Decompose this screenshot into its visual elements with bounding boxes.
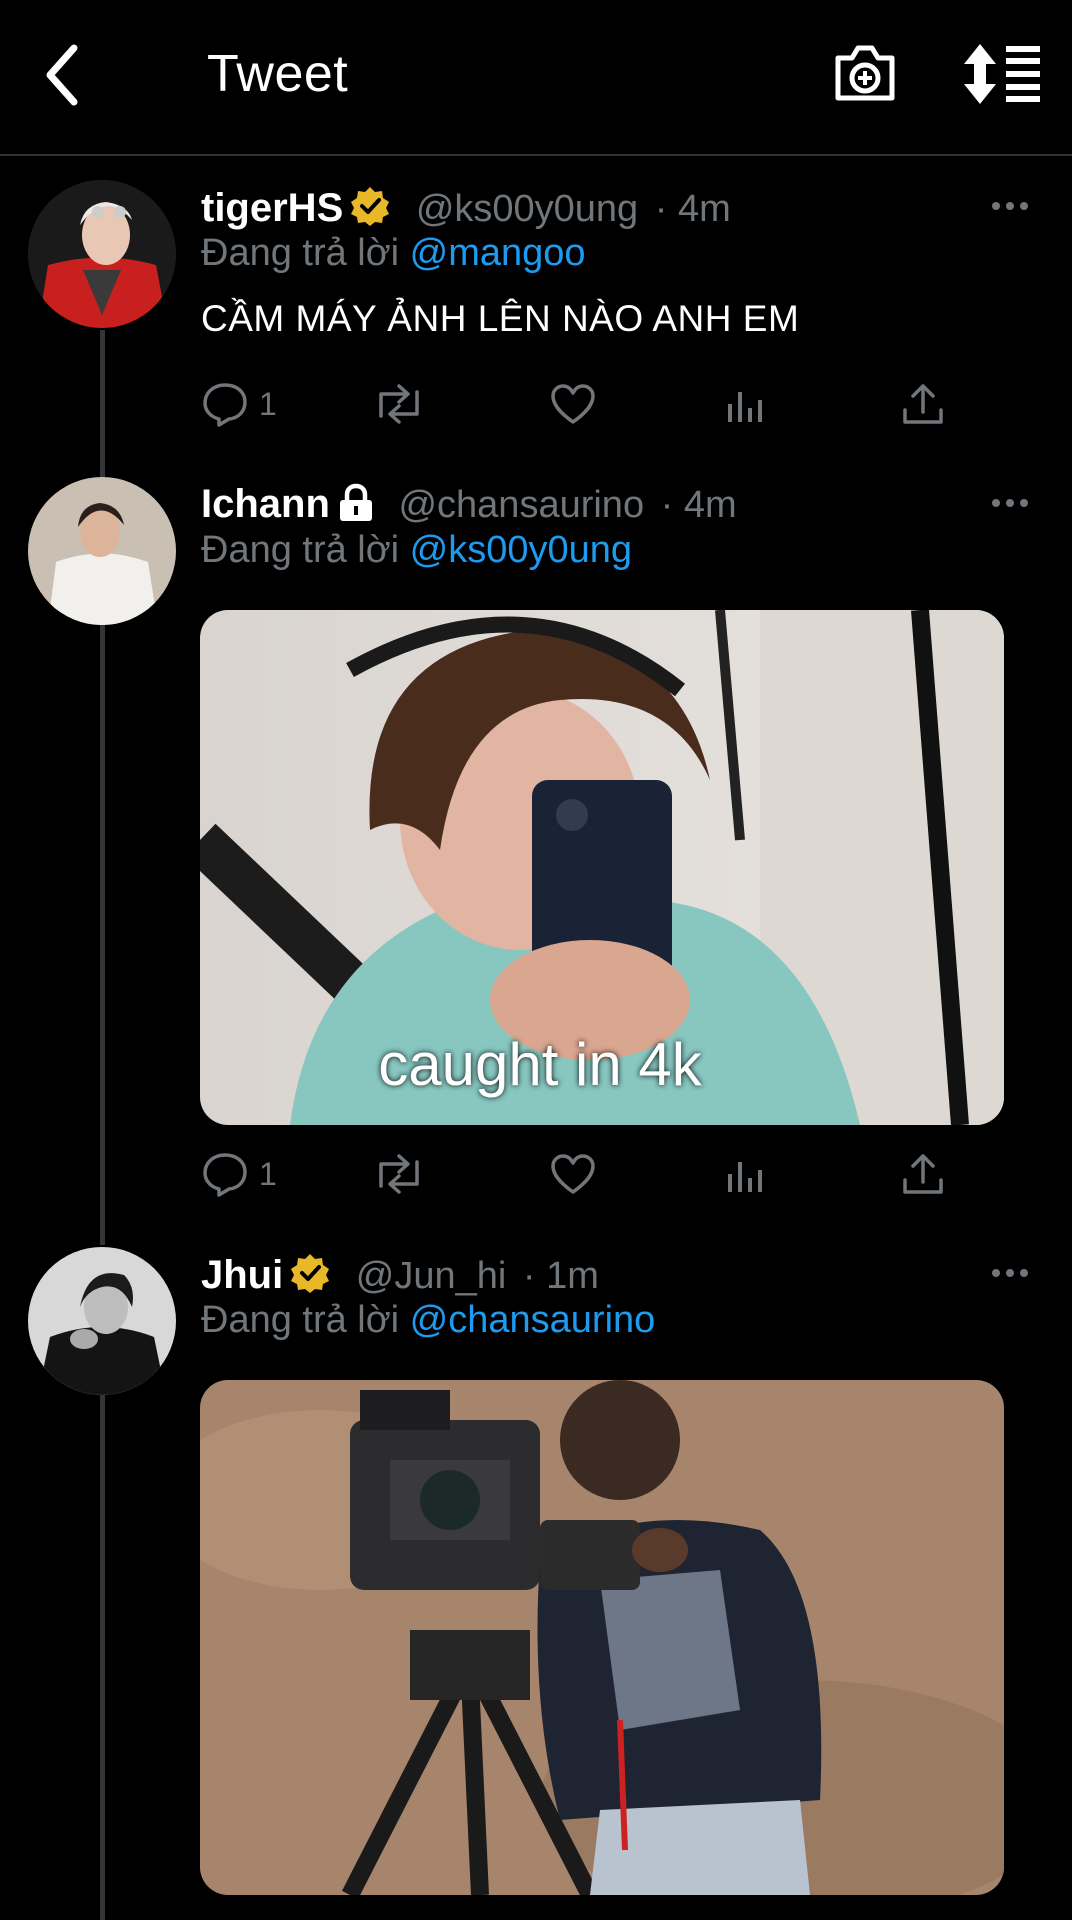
tweet-media-image[interactable]: caught in 4k (200, 610, 1004, 1125)
display-name[interactable]: tigerHS (201, 186, 343, 230)
retweet-button[interactable] (371, 1148, 427, 1200)
avatar-jhui[interactable] (28, 1247, 176, 1395)
replying-to-prefix: Đang trả lời (201, 232, 400, 274)
more-icon[interactable] (990, 196, 1030, 216)
views-icon (728, 1162, 762, 1192)
thread-line (100, 625, 105, 1245)
replying-to-link[interactable]: @ks00y0ung (410, 529, 632, 571)
media-caption: caught in 4k (378, 1031, 702, 1098)
tweet-media-image[interactable] (200, 1380, 1004, 1895)
avatar-tigerhs[interactable] (28, 180, 176, 328)
header-bar: Tweet (0, 0, 1072, 156)
reply-count: 1 (259, 385, 277, 422)
replying-to-link[interactable]: @chansaurino (410, 1299, 656, 1341)
share-button[interactable] (901, 1148, 945, 1200)
avatar-ichann[interactable] (28, 477, 176, 625)
tweet-header: Jhui @Jun_hi · 1m (201, 1252, 599, 1298)
page-title: Tweet (207, 45, 349, 103)
retweet-button[interactable] (371, 378, 427, 430)
views-button[interactable] (726, 1148, 766, 1200)
tweet-actions: 1 (201, 1148, 961, 1200)
replying-to: Đang trả lời @chansaurino (201, 1299, 655, 1342)
user-handle[interactable]: @Jun_hi (356, 1255, 507, 1297)
tweet-time: · 4m (660, 484, 737, 526)
replying-to-prefix: Đang trả lời (201, 529, 400, 571)
verified-badge-icon (291, 1254, 330, 1293)
sort-icon[interactable] (962, 44, 1042, 104)
share-icon (903, 384, 943, 424)
back-arrow-icon[interactable] (40, 40, 90, 110)
like-button[interactable] (549, 1148, 597, 1200)
retweet-icon (379, 384, 419, 424)
thread-line (100, 330, 105, 480)
lock-icon (339, 483, 372, 521)
replying-to-prefix: Đang trả lời (201, 1299, 400, 1341)
views-icon (728, 392, 762, 422)
tweet-time: · 1m (522, 1255, 599, 1297)
tweet-time: · 4m (654, 188, 731, 230)
tweet-actions: 1 (201, 378, 961, 430)
replying-to: Đang trả lời @ks00y0ung (201, 529, 632, 572)
replying-to: Đang trả lời @mangoo (201, 232, 586, 275)
retweet-icon (379, 1154, 419, 1194)
reply-button[interactable]: 1 (201, 1148, 277, 1200)
reply-icon (203, 383, 247, 427)
views-button[interactable] (726, 378, 766, 430)
tweet-text: CẦM MÁY ẢNH LÊN NÀO ANH EM (201, 298, 800, 339)
user-handle[interactable]: @ks00y0ung (416, 188, 638, 230)
reply-count: 1 (259, 1155, 277, 1192)
tweet-header: tigerHS @ks00y0ung · 4m (201, 185, 731, 231)
like-button[interactable] (549, 378, 597, 430)
like-icon (551, 384, 595, 424)
tweet-header: Ichann @chansaurino · 4m (201, 482, 737, 527)
more-icon[interactable] (990, 1263, 1030, 1283)
reply-button[interactable]: 1 (201, 378, 277, 430)
like-icon (551, 1154, 595, 1194)
user-handle[interactable]: @chansaurino (398, 484, 644, 526)
verified-badge-icon (351, 187, 390, 226)
replying-to-link[interactable]: @mangoo (410, 232, 586, 274)
camera-plus-icon[interactable] (832, 40, 898, 106)
display-name[interactable]: Jhui (201, 1253, 283, 1297)
share-icon (903, 1154, 943, 1194)
reply-icon (203, 1153, 247, 1197)
display-name[interactable]: Ichann (201, 482, 330, 526)
more-icon[interactable] (990, 493, 1030, 513)
thread-line (100, 1395, 105, 1920)
share-button[interactable] (901, 378, 945, 430)
